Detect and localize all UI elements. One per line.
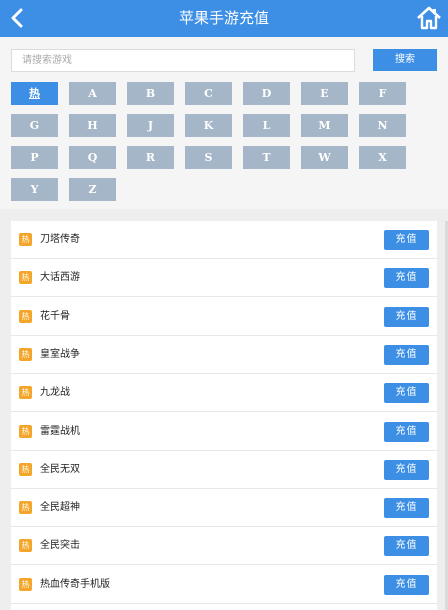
game-row[interactable]: 热大话西游 充值	[11, 259, 437, 298]
letter-button-0[interactable]: 热	[11, 82, 58, 105]
top-bar: 苹果手游充值	[0, 0, 448, 37]
search-button[interactable]: 搜索	[373, 49, 437, 71]
letter-button-10[interactable]: K	[185, 114, 232, 137]
recharge-button[interactable]: 充值	[384, 498, 429, 519]
recharge-button[interactable]: 充值	[384, 536, 429, 557]
letter-button-11[interactable]: L	[243, 114, 290, 137]
game-name[interactable]: 花千骨	[40, 298, 70, 336]
recharge-button[interactable]: 充值	[384, 574, 429, 595]
letter-button-12[interactable]: M	[301, 114, 348, 137]
game-list: 热刀塔传奇 充值热大话西游 充值热花千骨 充值热皇室战争 充值热九龙战 充值热雷霆战机 充值…	[11, 221, 437, 610]
letter-button-4[interactable]: D	[243, 82, 290, 105]
game-name[interactable]: 皇室战争	[40, 336, 80, 374]
letter-button-14[interactable]: P	[11, 146, 58, 169]
game-name[interactable]: 刀塔传奇	[40, 221, 80, 259]
game-name[interactable]: 雷霆战机	[40, 413, 80, 451]
game-row[interactable]: 热雷霆战机 充值	[11, 413, 437, 451]
letter-button-20[interactable]: X	[359, 146, 406, 169]
hot-badge: 热	[19, 501, 32, 515]
hot-badge: 热	[19, 271, 32, 285]
hot-badge: 热	[19, 424, 32, 438]
recharge-button[interactable]: 充值	[384, 230, 429, 250]
search-panel: 搜索 热ABCDEF GHJKLMN PQRSTWX YZ	[0, 37, 448, 209]
game-row[interactable]: 热九龙战 充值	[11, 374, 437, 413]
letter-button-8[interactable]: H	[69, 114, 116, 137]
letter-button-16[interactable]: R	[127, 146, 174, 169]
game-name[interactable]: 热血传奇手机版	[40, 566, 110, 604]
letter-button-15[interactable]: Q	[69, 146, 116, 169]
letter-button-7[interactable]: G	[11, 114, 58, 137]
letter-button-19[interactable]: W	[301, 146, 348, 169]
game-name[interactable]: 全民突击	[40, 527, 80, 565]
recharge-button[interactable]: 充值	[384, 459, 429, 480]
letter-button-2[interactable]: B	[127, 82, 174, 105]
game-row[interactable]: 热全民突击 充值	[11, 527, 437, 566]
letter-button-6[interactable]: F	[359, 82, 406, 105]
letter-button-21[interactable]: Y	[11, 178, 58, 201]
game-row[interactable]: 热刀塔传奇 充值	[11, 221, 437, 259]
letter-button-1[interactable]: A	[69, 82, 116, 105]
letter-button-3[interactable]: C	[185, 82, 232, 105]
hot-badge: 热	[19, 577, 32, 591]
hot-badge: 热	[19, 309, 32, 323]
game-name[interactable]: 九龙战	[40, 374, 70, 412]
game-name[interactable]: 大话西游	[40, 259, 80, 297]
recharge-button[interactable]: 充值	[384, 344, 429, 365]
letter-button-22[interactable]: Z	[69, 178, 116, 201]
hot-badge: 热	[19, 233, 32, 246]
page-title: 苹果手游充值	[178, 9, 269, 27]
home-icon[interactable]	[416, 5, 442, 31]
hot-badge: 热	[19, 347, 32, 361]
game-name[interactable]: 全民超神	[40, 489, 80, 527]
game-row[interactable]: 热全民无双 充值	[11, 451, 437, 489]
hot-badge: 热	[19, 386, 32, 400]
letter-button-18[interactable]: T	[243, 146, 290, 169]
game-row[interactable]: 热全民超神 充值	[11, 489, 437, 528]
game-row[interactable]: 热皇室战争 充值	[11, 336, 437, 374]
recharge-button[interactable]: 充值	[384, 268, 429, 289]
letter-button-5[interactable]: E	[301, 82, 348, 105]
hot-badge: 热	[19, 462, 32, 476]
recharge-button[interactable]: 充值	[384, 383, 429, 404]
recharge-button[interactable]: 充值	[384, 421, 429, 442]
game-name[interactable]: 全民无双	[40, 451, 80, 489]
recharge-button[interactable]: 充值	[384, 306, 429, 327]
letter-button-9[interactable]: J	[127, 114, 174, 137]
letter-button-17[interactable]: S	[185, 146, 232, 169]
search-input[interactable]	[11, 49, 355, 72]
hot-badge: 热	[19, 539, 32, 553]
game-row[interactable]: 热热血传奇手机版 充值	[11, 566, 437, 604]
letter-button-13[interactable]: N	[359, 114, 406, 137]
game-row[interactable]: 热花千骨 充值	[11, 298, 437, 336]
